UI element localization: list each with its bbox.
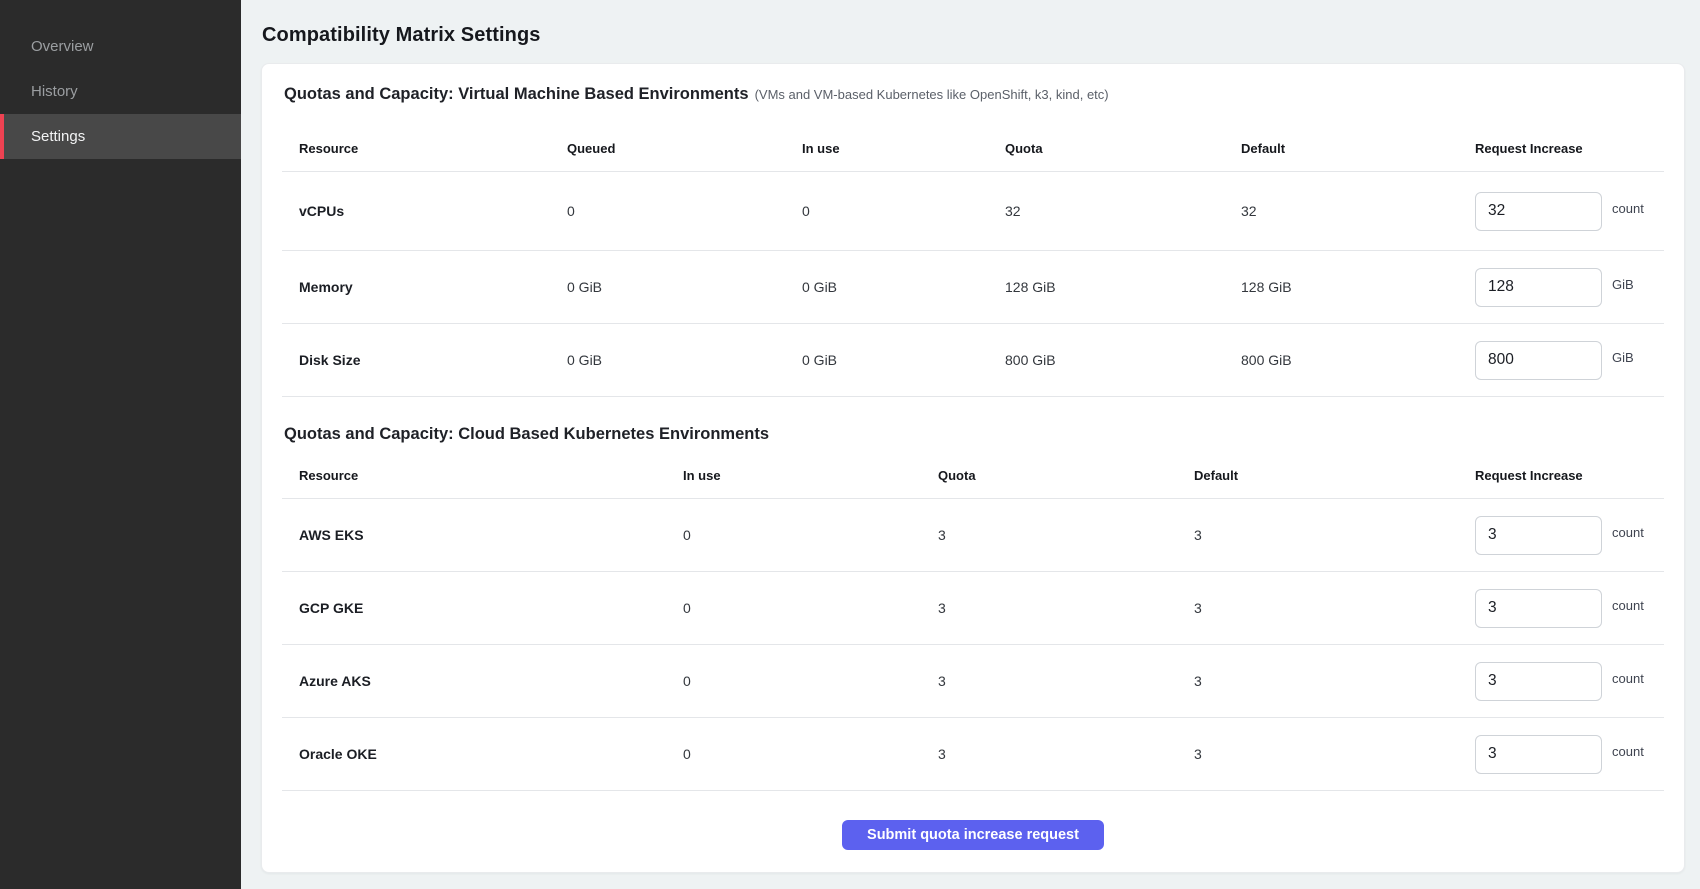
- column-header-in-use: In use: [683, 468, 938, 498]
- column-header-request-increase: Request Increase: [1475, 141, 1664, 171]
- sidebar-item-overview[interactable]: Overview: [0, 24, 241, 69]
- cloud-quota-table: Resource In use Quota Default Request In…: [282, 444, 1664, 791]
- quota-value: 3: [938, 600, 1194, 616]
- request-increase-cell: count: [1475, 662, 1664, 701]
- column-header-queued: Queued: [567, 141, 802, 171]
- resource-name: vCPUs: [282, 203, 567, 219]
- in-use-value: 0: [683, 746, 938, 762]
- cloud-section-title: Quotas and Capacity: Cloud Based Kuberne…: [284, 424, 1664, 444]
- gcp-gke-request-input[interactable]: [1475, 589, 1602, 628]
- memory-request-input[interactable]: [1475, 268, 1602, 307]
- cloud-table-header-row: Resource In use Quota Default Request In…: [282, 444, 1664, 499]
- default-value: 3: [1194, 600, 1475, 616]
- request-increase-cell: count: [1475, 589, 1664, 628]
- table-row-memory: Memory 0 GiB 0 GiB 128 GiB 128 GiB GiB: [282, 251, 1664, 324]
- column-header-resource: Resource: [282, 141, 567, 171]
- quota-value: 32: [1005, 203, 1241, 219]
- in-use-value: 0: [683, 673, 938, 689]
- column-header-in-use: In use: [802, 141, 1005, 171]
- resource-name: Oracle OKE: [282, 746, 683, 762]
- default-value: 800 GiB: [1241, 352, 1475, 368]
- queued-value: 0: [567, 203, 802, 219]
- request-increase-cell: count: [1475, 192, 1664, 231]
- resource-name: Azure AKS: [282, 673, 683, 689]
- submit-row: Submit quota increase request: [282, 820, 1664, 850]
- table-row-azure-aks: Azure AKS 0 3 3 count: [282, 645, 1664, 718]
- sidebar-item-label: Overview: [31, 38, 94, 55]
- resource-name: Memory: [282, 279, 567, 295]
- vm-section-title: Quotas and Capacity: Virtual Machine Bas…: [284, 84, 1664, 105]
- in-use-value: 0: [802, 203, 1005, 219]
- quota-value: 128 GiB: [1005, 279, 1241, 295]
- table-row-aws-eks: AWS EKS 0 3 3 count: [282, 499, 1664, 572]
- default-value: 32: [1241, 203, 1475, 219]
- unit-label: count: [1612, 744, 1644, 759]
- vm-section-subtitle: (VMs and VM-based Kubernetes like OpenSh…: [755, 87, 1109, 102]
- oracle-oke-request-input[interactable]: [1475, 735, 1602, 774]
- table-row-vcpus: vCPUs 0 0 32 32 count: [282, 172, 1664, 251]
- column-header-quota: Quota: [1005, 141, 1241, 171]
- vcpus-request-input[interactable]: [1475, 192, 1602, 231]
- azure-aks-request-input[interactable]: [1475, 662, 1602, 701]
- unit-label: count: [1612, 201, 1644, 216]
- sidebar-item-settings[interactable]: Settings: [0, 114, 241, 159]
- resource-name: Disk Size: [282, 352, 567, 368]
- unit-label: GiB: [1612, 350, 1634, 365]
- queued-value: 0 GiB: [567, 279, 802, 295]
- sidebar: Overview History Settings: [0, 0, 241, 889]
- request-increase-cell: count: [1475, 516, 1664, 555]
- sidebar-item-history[interactable]: History: [0, 69, 241, 114]
- in-use-value: 0 GiB: [802, 352, 1005, 368]
- column-header-request-increase: Request Increase: [1475, 468, 1664, 498]
- disk-size-request-input[interactable]: [1475, 341, 1602, 380]
- queued-value: 0 GiB: [567, 352, 802, 368]
- vm-section-title-text: Quotas and Capacity: Virtual Machine Bas…: [284, 85, 749, 103]
- request-increase-cell: count: [1475, 735, 1664, 774]
- column-header-quota: Quota: [938, 468, 1194, 498]
- default-value: 3: [1194, 746, 1475, 762]
- vm-table-header-row: Resource Queued In use Quota Default Req…: [282, 105, 1664, 172]
- quota-value: 3: [938, 673, 1194, 689]
- table-row-oracle-oke: Oracle OKE 0 3 3 count: [282, 718, 1664, 791]
- in-use-value: 0: [683, 600, 938, 616]
- submit-quota-increase-button[interactable]: Submit quota increase request: [842, 820, 1104, 850]
- vm-quota-table: Resource Queued In use Quota Default Req…: [282, 105, 1664, 397]
- active-accent-bar: [0, 114, 4, 159]
- quota-value: 800 GiB: [1005, 352, 1241, 368]
- column-header-default: Default: [1194, 468, 1475, 498]
- resource-name: AWS EKS: [282, 527, 683, 543]
- default-value: 128 GiB: [1241, 279, 1475, 295]
- default-value: 3: [1194, 673, 1475, 689]
- quota-value: 3: [938, 746, 1194, 762]
- table-row-gcp-gke: GCP GKE 0 3 3 count: [282, 572, 1664, 645]
- page-title: Compatibility Matrix Settings: [262, 25, 1700, 45]
- request-increase-cell: GiB: [1475, 341, 1664, 380]
- aws-eks-request-input[interactable]: [1475, 516, 1602, 555]
- default-value: 3: [1194, 527, 1475, 543]
- column-header-resource: Resource: [282, 468, 683, 498]
- in-use-value: 0: [683, 527, 938, 543]
- in-use-value: 0 GiB: [802, 279, 1005, 295]
- table-row-disk-size: Disk Size 0 GiB 0 GiB 800 GiB 800 GiB Gi…: [282, 324, 1664, 397]
- sidebar-item-label: Settings: [31, 128, 85, 145]
- main-content: Compatibility Matrix Settings Quotas and…: [241, 0, 1700, 889]
- unit-label: count: [1612, 525, 1644, 540]
- unit-label: count: [1612, 598, 1644, 613]
- sidebar-item-label: History: [31, 83, 78, 100]
- quotas-card: Quotas and Capacity: Virtual Machine Bas…: [261, 63, 1685, 873]
- unit-label: GiB: [1612, 277, 1634, 292]
- request-increase-cell: GiB: [1475, 268, 1664, 307]
- unit-label: count: [1612, 671, 1644, 686]
- quota-value: 3: [938, 527, 1194, 543]
- column-header-default: Default: [1241, 141, 1475, 171]
- resource-name: GCP GKE: [282, 600, 683, 616]
